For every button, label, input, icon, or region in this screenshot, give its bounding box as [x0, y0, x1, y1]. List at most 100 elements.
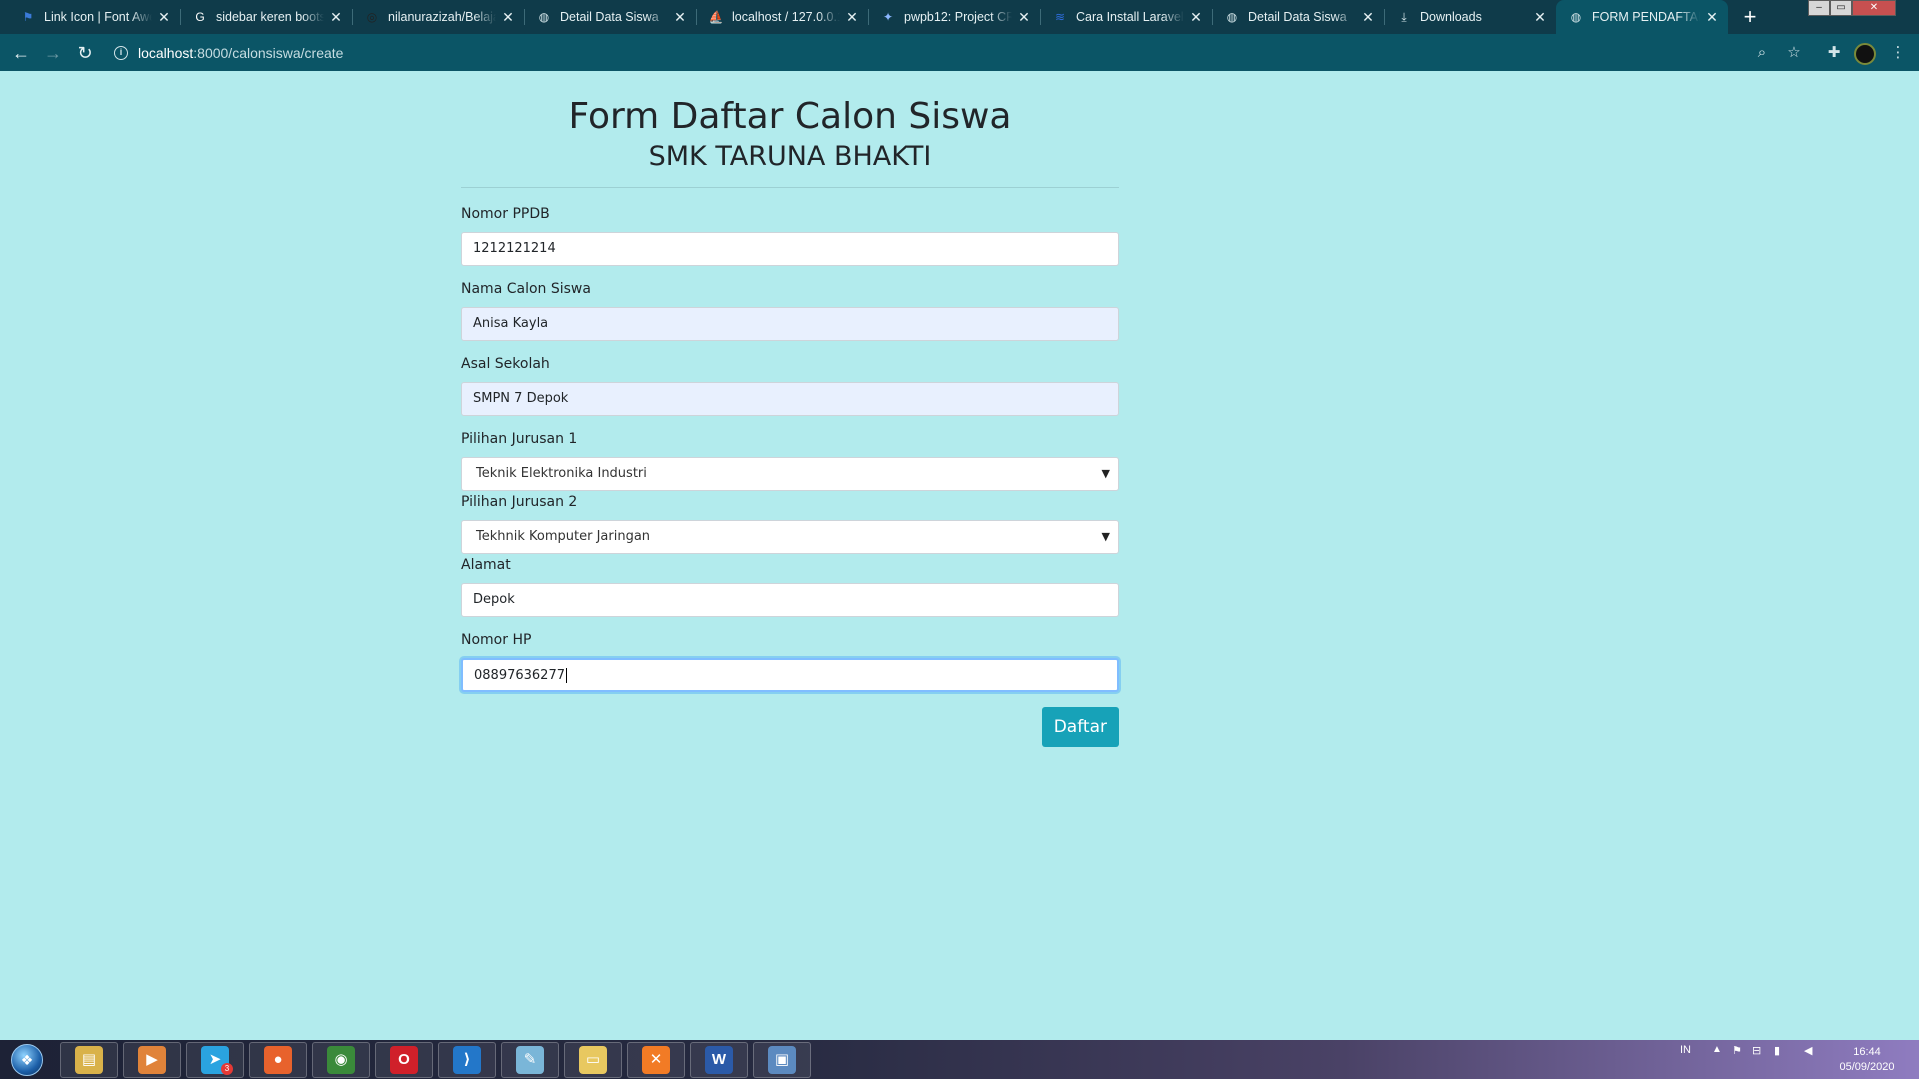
tab-close-icon[interactable]: ✕ — [156, 9, 172, 26]
tab-close-icon[interactable]: ✕ — [1188, 9, 1204, 26]
taskbar-app-media-player[interactable]: ▶ — [123, 1042, 181, 1078]
taskbar-app-folder[interactable]: ▭ — [564, 1042, 622, 1078]
clock-date: 05/09/2020 — [1839, 1061, 1895, 1073]
usb-device-icon[interactable]: ⊟ — [1752, 1044, 1761, 1057]
tab-title: Cara Install Laravel d — [1076, 10, 1184, 24]
profile-avatar[interactable] — [1854, 43, 1876, 65]
text-caret — [565, 668, 567, 683]
windows-logo-icon: ❖ — [11, 1043, 43, 1076]
asal-sekolah-label: Asal Sekolah — [461, 356, 550, 372]
address-bar[interactable]: i localhost:8000/calonsiswa/create — [114, 41, 343, 65]
nama-label: Nama Calon Siswa — [461, 281, 591, 297]
globe-icon: ◍ — [1226, 10, 1238, 24]
minimize-button[interactable]: – — [1808, 0, 1830, 16]
taskbar-app-telegram[interactable]: ➤ 3 — [186, 1042, 244, 1078]
nomor-hp-label: Nomor HP — [461, 632, 532, 648]
tab-close-icon[interactable]: ✕ — [1704, 9, 1720, 26]
google-icon: G — [195, 10, 205, 24]
divider — [461, 187, 1119, 188]
browser-tab[interactable]: ◍ Detail Data Siswa ✕ — [524, 0, 696, 34]
taskbar-app-firefox[interactable]: ● — [249, 1042, 307, 1078]
asal-sekolah-input[interactable]: SMPN 7 Depok — [461, 382, 1119, 416]
maximize-button[interactable]: ▭ — [1830, 0, 1852, 16]
taskbar-app-chrome[interactable]: ◉ — [312, 1042, 370, 1078]
jurusan1-label: Pilihan Jurusan 1 — [461, 431, 578, 447]
browser-tab[interactable]: Gsidebar keren boots ✕ — [180, 0, 352, 34]
tab-close-icon[interactable]: ✕ — [1016, 9, 1032, 26]
jurusan1-select[interactable]: Teknik Elektronika Industri ▼ — [461, 457, 1119, 491]
action-center-flag-icon[interactable]: ⚑ — [1732, 1044, 1742, 1057]
chevron-down-icon: ▼ — [1101, 467, 1110, 480]
browser-tab[interactable]: ✦ pwpb12: Project CRU ✕ — [868, 0, 1040, 34]
network-signal-icon[interactable]: ▮ — [1774, 1044, 1780, 1057]
tab-close-icon[interactable]: ✕ — [1360, 9, 1376, 26]
hat-icon: ✦ — [882, 10, 894, 24]
browser-tab[interactable]: ⚑ Link Icon | Font Awe ✕ — [8, 0, 180, 34]
alamat-input[interactable]: Depok — [461, 583, 1119, 617]
tab-separator — [1212, 9, 1213, 25]
site-info-icon[interactable]: i — [114, 46, 128, 60]
taskbar-app-xampp[interactable]: ✕ — [627, 1042, 685, 1078]
folder-icon: ▭ — [579, 1046, 607, 1074]
screen-icon: ▣ — [768, 1046, 796, 1074]
system-clock[interactable]: 16:44 05/09/2020 — [1822, 1045, 1912, 1075]
form-actions: Daftar — [461, 707, 1119, 747]
browser-tab[interactable]: ≋ Cara Install Laravel d ✕ — [1040, 0, 1212, 34]
field-group-asal-sekolah: Asal Sekolah SMPN 7 Depok — [461, 356, 1119, 416]
tab-close-icon[interactable]: ✕ — [1532, 9, 1548, 26]
tab-separator — [1384, 9, 1385, 25]
taskbar-app-vscode[interactable]: ⟩ — [438, 1042, 496, 1078]
word-icon: W — [705, 1046, 733, 1074]
reload-icon[interactable]: ↻ — [73, 41, 97, 65]
tab-title: localhost / 127.0.0.1 — [732, 10, 840, 24]
back-arrow-icon[interactable]: ← — [9, 41, 33, 65]
jurusan1-selected: Teknik Elektronika Industri — [476, 466, 647, 481]
nama-input[interactable]: Anisa Kayla — [461, 307, 1119, 341]
taskbar-app-notepad[interactable]: ✎ — [501, 1042, 559, 1078]
windows-taskbar: ❖ ▤ ▶ ➤ 3 ● ◉ O ⟩ ✎ ▭ ✕ W ▣ — [0, 1040, 1919, 1079]
taskbar-app-word[interactable]: W — [690, 1042, 748, 1078]
notepad-icon: ✎ — [516, 1046, 544, 1074]
jurusan2-select[interactable]: Tekhnik Komputer Jaringan ▼ — [461, 520, 1119, 554]
taskbar-app-screen[interactable]: ▣ — [753, 1042, 811, 1078]
notification-badge: 3 — [221, 1063, 233, 1075]
menu-kebab-icon[interactable]: ⋮ — [1886, 41, 1910, 65]
firefox-icon: ● — [264, 1046, 292, 1074]
wave-icon: ≋ — [1054, 10, 1066, 24]
tab-separator — [524, 9, 525, 25]
taskbar-app-explorer[interactable]: ▤ — [60, 1042, 118, 1078]
language-indicator[interactable]: IN — [1680, 1044, 1691, 1056]
browser-tab[interactable]: ⛵ localhost / 127.0.0.1 ✕ — [696, 0, 868, 34]
field-group-nomor-hp: Nomor HP 08897636277 — [461, 632, 1119, 692]
daftar-button[interactable]: Daftar — [1041, 707, 1119, 747]
tab-close-icon[interactable]: ✕ — [844, 9, 860, 26]
browser-tab-bar: + – ▭ ✕ ⚑ Link Icon | Font Awe ✕ Gsidebar k… — [0, 0, 1919, 34]
tray-expand-icon[interactable]: ▲ — [1712, 1044, 1722, 1055]
bookmark-star-icon[interactable]: ☆ — [1782, 41, 1806, 65]
browser-tab[interactable]: ◍ Detail Data Siswa ✕ — [1212, 0, 1384, 34]
xampp-icon: ✕ — [642, 1046, 670, 1074]
start-button[interactable]: ❖ — [4, 1041, 50, 1078]
tab-title: FORM PENDAFTARA — [1592, 10, 1700, 24]
window-close-button[interactable]: ✕ — [1852, 0, 1896, 16]
forward-arrow-icon[interactable]: → — [41, 41, 65, 65]
tab-close-icon[interactable]: ✕ — [672, 9, 688, 26]
nomor-hp-input[interactable]: 08897636277 — [461, 658, 1119, 692]
taskbar-app-opera[interactable]: O — [375, 1042, 433, 1078]
new-tab-button[interactable]: + — [1736, 3, 1764, 31]
volume-icon[interactable]: ◀ — [1804, 1044, 1812, 1057]
browser-tab[interactable]: ◎ nilanurazizah/Belaja ✕ — [352, 0, 524, 34]
jurusan2-label: Pilihan Jurusan 2 — [461, 494, 578, 510]
zoom-icon[interactable]: ⌕ — [1750, 41, 1774, 65]
nomor-ppdb-input[interactable]: 1212121214 — [461, 232, 1119, 266]
tab-close-icon[interactable]: ✕ — [500, 9, 516, 26]
browser-tab[interactable]: ◍ FORM PENDAFTARA ✕ — [1556, 0, 1728, 34]
tab-title: Detail Data Siswa — [1248, 10, 1347, 24]
explorer-icon: ▤ — [75, 1046, 103, 1074]
browser-tab[interactable]: ⤓ Downloads ✕ — [1384, 0, 1556, 34]
tab-close-icon[interactable]: ✕ — [328, 9, 344, 26]
tab-separator — [352, 9, 353, 25]
extensions-icon[interactable]: ✚ — [1822, 41, 1846, 65]
url-path: :8000/calonsiswa/create — [193, 45, 344, 61]
url-host: localhost — [138, 45, 194, 61]
